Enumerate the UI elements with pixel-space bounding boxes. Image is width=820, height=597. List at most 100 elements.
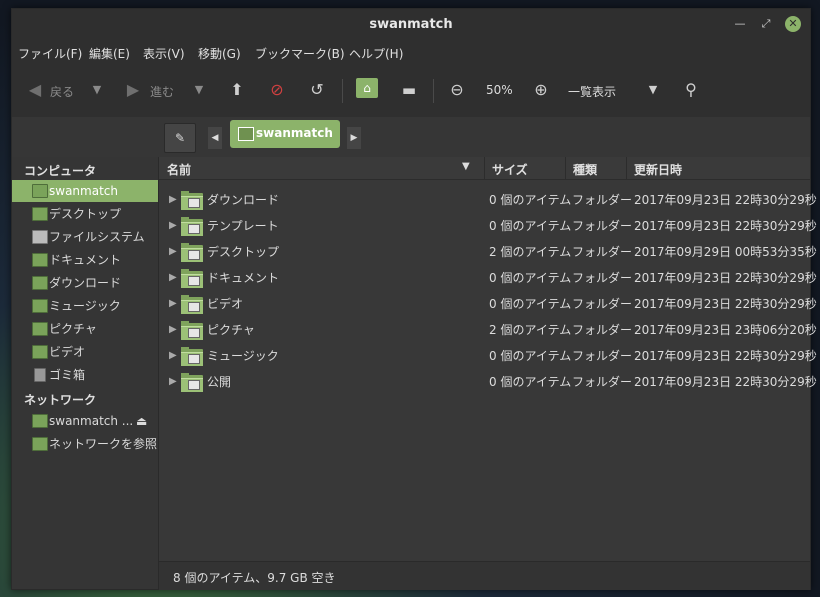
menu-view[interactable]: 表示(V) [143, 45, 185, 62]
file-modified: 2017年09月29日 00時53分35秒 [634, 245, 817, 259]
expander-chevron-right-icon[interactable]: ▶ [169, 265, 177, 291]
eject-icon[interactable]: ⏏ [136, 410, 147, 432]
computer-icon[interactable]: ▬ [398, 79, 420, 101]
sidebar-item-documents[interactable]: ドキュメント [12, 249, 158, 271]
expander-chevron-right-icon[interactable]: ▶ [169, 343, 177, 369]
sidebar-item-music[interactable]: ミュージック [12, 295, 158, 317]
status-text: 8 個のアイテム、9.7 GB 空き [173, 571, 336, 585]
sidebar-item-filesystem[interactable]: ファイルシステム [12, 226, 158, 248]
back-history-chevron-icon[interactable]: ▼ [86, 79, 108, 101]
toolbar: ◀ 戻る ▼ ▶ 進む ▼ ⬆ ⊘ ↺ ⌂ ▬ ⊖ 50% ⊕ 一覧表示 ▼ ⚲ [12, 65, 810, 118]
file-size: 0 個のアイテム [489, 349, 572, 363]
folder-icon [181, 217, 203, 236]
file-modified: 2017年09月23日 22時30分29秒 [634, 193, 817, 207]
close-icon[interactable]: ✕ [785, 16, 801, 32]
menu-bookmarks[interactable]: ブックマーク(B) [255, 45, 345, 62]
status-bar: 8 個のアイテム、9.7 GB 空き [159, 561, 810, 590]
sort-chevron-down-icon[interactable]: ▼ [462, 161, 470, 172]
menu-file[interactable]: ファイル(F) [18, 45, 82, 62]
expander-chevron-right-icon[interactable]: ▶ [169, 187, 177, 213]
path-right-chevron-icon[interactable]: ▶ [347, 127, 361, 149]
expander-chevron-right-icon[interactable]: ▶ [169, 291, 177, 317]
forward-arrow-icon[interactable]: ▶ [122, 79, 144, 101]
column-type[interactable]: 種類 [573, 161, 597, 178]
folder-icon [32, 276, 48, 290]
file-type: フォルダー [572, 323, 633, 337]
file-manager-window: swanmatch — ⤢ ✕ ファイル(F) 編集(E) 表示(V) 移動(G… [11, 8, 817, 590]
path-segment-home[interactable]: swanmatch [230, 120, 340, 148]
file-size: 2 個のアイテム [489, 323, 572, 337]
column-header: 名前 ▼ サイズ 種類 更新日時 [159, 157, 810, 180]
trash-icon [34, 368, 46, 382]
forward-history-chevron-icon[interactable]: ▼ [188, 79, 210, 101]
back-button[interactable]: 戻る [50, 83, 74, 100]
sidebar-item-pictures[interactable]: ピクチャ [12, 318, 158, 340]
sidebar-item-desktop[interactable]: デスクトップ [12, 203, 158, 225]
expander-chevron-right-icon[interactable]: ▶ [169, 317, 177, 343]
expander-chevron-right-icon[interactable]: ▶ [169, 213, 177, 239]
forward-button[interactable]: 進む [150, 83, 174, 100]
expander-chevron-right-icon[interactable]: ▶ [169, 239, 177, 265]
sidebar-item-network-share[interactable]: swanmatch ... ⏏ [12, 410, 158, 432]
menu-edit[interactable]: 編集(E) [89, 45, 130, 62]
file-name: ドキュメント [207, 271, 280, 285]
file-name: ダウンロード [207, 193, 280, 207]
expander-chevron-right-icon[interactable]: ▶ [169, 369, 177, 395]
minimize-icon[interactable]: — [732, 16, 748, 32]
file-modified: 2017年09月23日 22時30分29秒 [634, 297, 817, 311]
reload-icon[interactable]: ↺ [306, 79, 328, 101]
column-name[interactable]: 名前 [167, 161, 191, 178]
home-icon [238, 127, 254, 141]
table-row[interactable]: ▶ デスクトップ 2 個のアイテム フォルダー 2017年09月29日 00時53分35… [159, 239, 817, 265]
file-type: フォルダー [572, 271, 633, 285]
network-icon [32, 437, 48, 451]
menu-help[interactable]: ヘルプ(H) [349, 45, 403, 62]
table-row[interactable]: ▶ ダウンロード 0 個のアイテム フォルダー 2017年09月23日 22時30分29… [159, 187, 817, 213]
column-divider[interactable] [626, 157, 627, 179]
file-size: 0 個のアイテム [489, 375, 572, 389]
sidebar-item-browse-network[interactable]: ネットワークを参照 [12, 433, 158, 455]
folder-icon [181, 295, 203, 314]
column-size[interactable]: サイズ [492, 161, 528, 178]
sidebar-item-swanmatch[interactable]: swanmatch [12, 180, 158, 202]
sidebar-item-downloads[interactable]: ダウンロード [12, 272, 158, 294]
view-mode-chevron-down-icon[interactable]: ▼ [642, 79, 664, 101]
column-divider[interactable] [565, 157, 566, 179]
file-size: 0 個のアイテム [489, 297, 572, 311]
zoom-level: 50% [486, 83, 513, 97]
search-icon[interactable]: ⚲ [680, 79, 702, 101]
up-arrow-icon[interactable]: ⬆ [226, 79, 248, 101]
table-row[interactable]: ▶ ピクチャ 2 個のアイテム フォルダー 2017年09月23日 23時06分20秒 [159, 317, 817, 343]
file-modified: 2017年09月23日 22時30分29秒 [634, 219, 817, 233]
table-row[interactable]: ▶ 公開 0 個のアイテム フォルダー 2017年09月23日 22時30分29秒 [159, 369, 817, 395]
path-segment-label: swanmatch [256, 126, 333, 140]
edit-location-icon[interactable]: ✎ [164, 123, 196, 153]
zoom-in-icon[interactable]: ⊕ [530, 79, 552, 101]
column-divider[interactable] [484, 157, 485, 179]
column-modified[interactable]: 更新日時 [634, 161, 682, 178]
file-size: 2 個のアイテム [489, 245, 572, 259]
table-row[interactable]: ▶ ビデオ 0 個のアイテム フォルダー 2017年09月23日 22時30分29秒 [159, 291, 817, 317]
table-row[interactable]: ▶ ミュージック 0 個のアイテム フォルダー 2017年09月23日 22時30分29… [159, 343, 817, 369]
home-icon[interactable]: ⌂ [356, 78, 378, 98]
menu-go[interactable]: 移動(G) [198, 45, 241, 62]
toolbar-separator [433, 79, 434, 103]
file-type: フォルダー [572, 375, 633, 389]
sidebar-item-videos[interactable]: ビデオ [12, 341, 158, 363]
maximize-icon[interactable]: ⤢ [758, 16, 774, 32]
stop-icon[interactable]: ⊘ [266, 79, 288, 101]
folder-icon [32, 345, 48, 359]
file-type: フォルダー [572, 349, 633, 363]
table-row[interactable]: ▶ テンプレート 0 個のアイテム フォルダー 2017年09月23日 22時30分29… [159, 213, 817, 239]
file-size: 0 個のアイテム [489, 271, 572, 285]
table-row[interactable]: ▶ ドキュメント 0 個のアイテム フォルダー 2017年09月23日 22時30分29… [159, 265, 817, 291]
toolbar-separator [342, 79, 343, 103]
folder-icon [181, 191, 203, 210]
back-arrow-icon[interactable]: ◀ [24, 79, 46, 101]
path-left-chevron-icon[interactable]: ◀ [208, 127, 222, 149]
view-mode-select[interactable]: 一覧表示 [568, 83, 616, 100]
network-icon [32, 414, 48, 428]
zoom-out-icon[interactable]: ⊖ [446, 79, 468, 101]
sidebar-item-trash[interactable]: ゴミ箱 [12, 364, 158, 386]
title-bar[interactable]: swanmatch — ⤢ ✕ [12, 9, 810, 39]
